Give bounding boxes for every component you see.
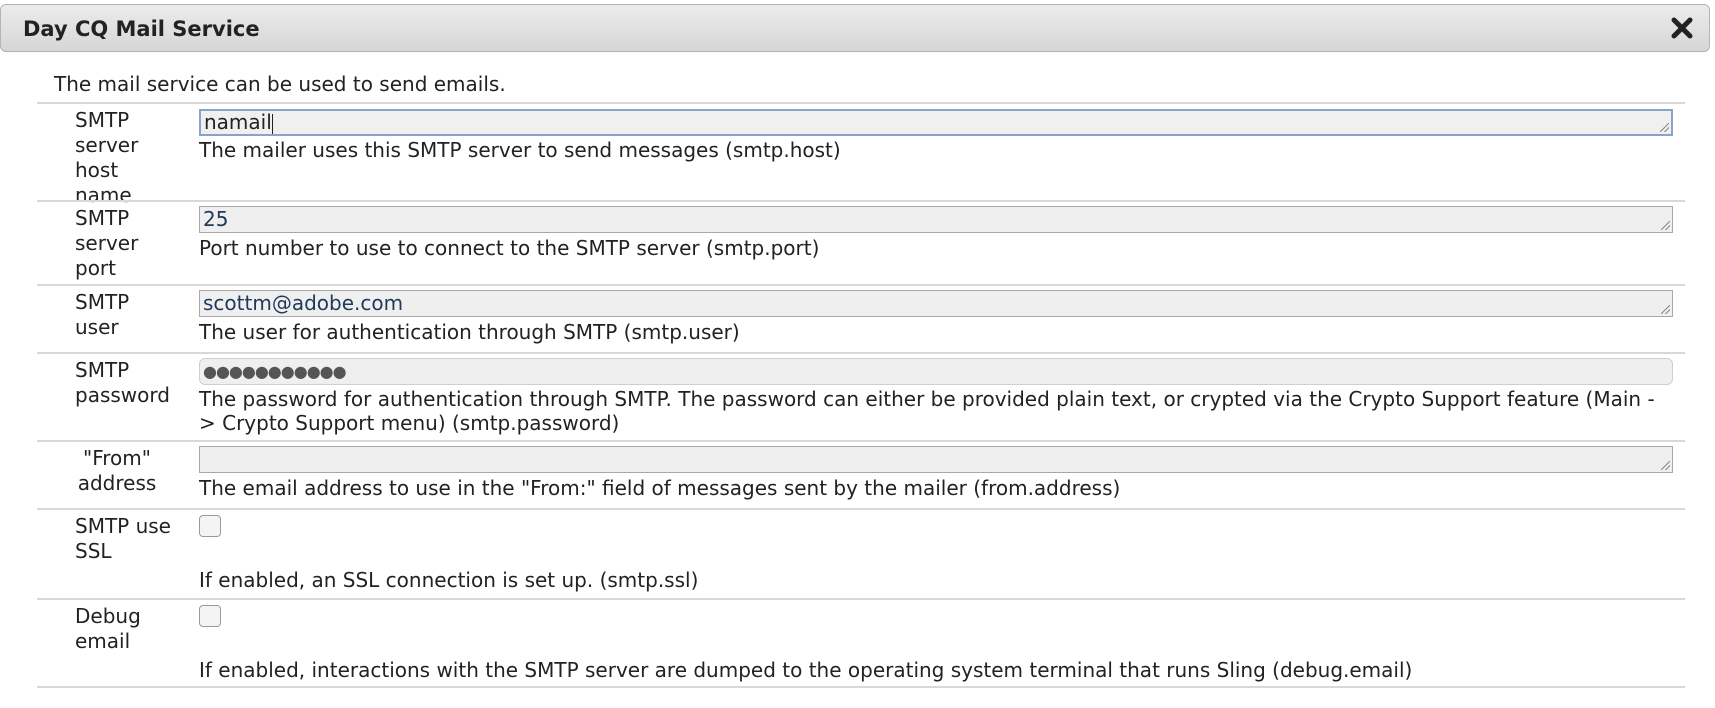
dialog-title: Day CQ Mail Service <box>23 17 260 41</box>
smtp-host-description: The mailer uses this SMTP server to send… <box>199 138 841 162</box>
smtp-ssl-description: If enabled, an SSL connection is set up.… <box>199 568 699 592</box>
resize-grip-icon[interactable] <box>1661 305 1670 314</box>
smtp-port-input[interactable]: 25 <box>199 206 1673 233</box>
row-smtp-port: SMTP server port 25 Port number to use t… <box>37 200 1685 284</box>
from-address-description: The email address to use in the "From:" … <box>199 476 1121 500</box>
smtp-user-input[interactable]: scottm@adobe.com <box>199 290 1673 317</box>
smtp-port-label: SMTP server port <box>75 206 139 280</box>
from-address-label: "From" address <box>77 446 157 495</box>
smtp-password-value: ●●●●●●●●●●● <box>203 362 347 381</box>
row-smtp-host: SMTP server host name namail The mailer … <box>37 102 1685 207</box>
row-from-address: "From" address The email address to use … <box>37 440 1685 508</box>
mail-service-dialog: Day CQ Mail Service The mail service can… <box>0 0 1715 708</box>
debug-email-label: Debug email <box>75 604 141 653</box>
debug-email-description: If enabled, interactions with the SMTP s… <box>199 658 1413 682</box>
smtp-password-description: The password for authentication through … <box>199 387 1655 435</box>
smtp-ssl-label: SMTP use SSL <box>75 514 171 563</box>
resize-grip-icon[interactable] <box>1661 461 1670 470</box>
smtp-password-input[interactable]: ●●●●●●●●●●● <box>199 358 1673 385</box>
smtp-host-input[interactable]: namail <box>199 109 1673 136</box>
resize-grip-icon[interactable] <box>1660 123 1669 132</box>
row-smtp-user: SMTP user scottm@adobe.com The user for … <box>37 284 1685 352</box>
smtp-ssl-checkbox[interactable] <box>199 515 221 537</box>
config-table: SMTP server host name namail The mailer … <box>37 102 1685 688</box>
debug-email-checkbox[interactable] <box>199 605 221 627</box>
dialog-titlebar[interactable]: Day CQ Mail Service <box>0 4 1710 52</box>
row-smtp-ssl: SMTP use SSL If enabled, an SSL connecti… <box>37 508 1685 598</box>
smtp-host-label: SMTP server host name <box>75 108 139 207</box>
row-debug-email: Debug email If enabled, interactions wit… <box>37 598 1685 688</box>
resize-grip-icon[interactable] <box>1661 221 1670 230</box>
smtp-port-value: 25 <box>203 207 229 231</box>
smtp-user-label: SMTP user <box>75 290 130 339</box>
smtp-user-value: scottm@adobe.com <box>203 291 404 315</box>
smtp-host-value: namail <box>204 110 272 134</box>
close-icon[interactable] <box>1669 15 1695 41</box>
smtp-port-description: Port number to use to connect to the SMT… <box>199 236 820 260</box>
smtp-user-description: The user for authentication through SMTP… <box>199 320 740 344</box>
from-address-input[interactable] <box>199 446 1673 473</box>
row-smtp-password: SMTP password ●●●●●●●●●●● The password f… <box>37 352 1685 440</box>
smtp-password-label: SMTP password <box>75 358 170 407</box>
dialog-intro: The mail service can be used to send ema… <box>54 72 506 96</box>
